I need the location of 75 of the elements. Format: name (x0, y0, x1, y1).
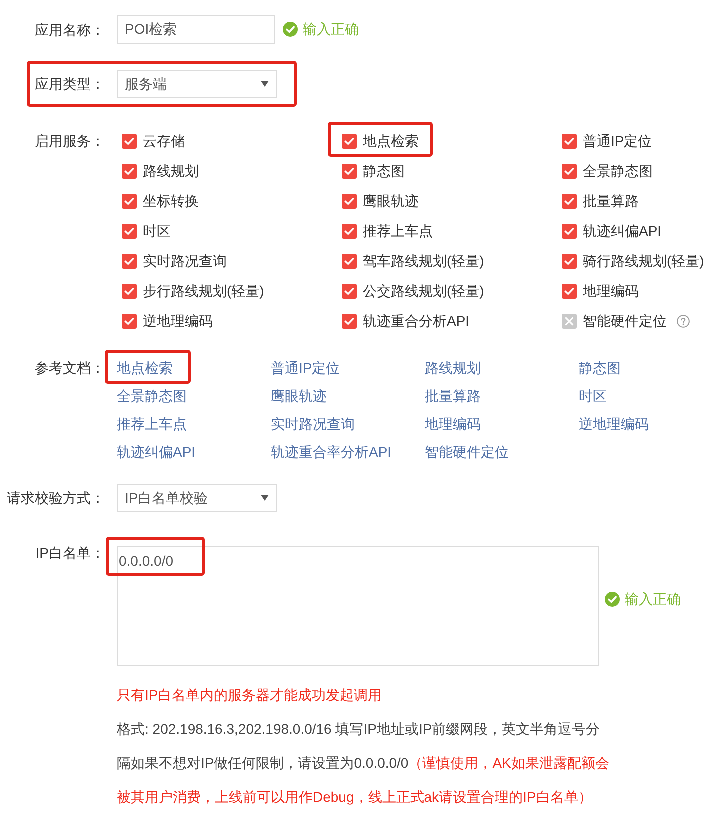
checked-checkbox[interactable] (122, 134, 137, 148)
service-label[interactable]: 步行路线规划(轻量) (143, 280, 264, 302)
doc-link[interactable]: 逆地理编码 (579, 414, 649, 434)
app-name-input[interactable]: POI检索 (117, 15, 275, 44)
checked-checkbox[interactable] (562, 254, 577, 268)
validation-message: 输入正确 (625, 590, 681, 608)
service-label[interactable]: 全景静态图 (583, 160, 653, 182)
app-type-select[interactable]: 服务端 (117, 70, 277, 98)
service-label[interactable]: 云存储 (143, 130, 185, 152)
checked-checkbox[interactable] (562, 194, 577, 208)
field-label: 参考文档： (35, 359, 105, 378)
verify-method-select[interactable]: IP白名单校验 (117, 484, 277, 512)
field-label: 请求校验方式： (7, 489, 105, 508)
checked-checkbox[interactable] (122, 224, 137, 238)
doc-link[interactable]: 智能硬件定位 (425, 442, 509, 462)
service-label[interactable]: 智能硬件定位 (583, 310, 667, 332)
field-label: 应用名称： (35, 20, 105, 40)
checked-checkbox[interactable] (562, 134, 577, 148)
ip-whitelist-textarea[interactable]: 0.0.0.0/0 (117, 546, 599, 666)
doc-link[interactable]: 轨迹重合率分析API (271, 442, 392, 462)
caret-icon (261, 495, 269, 501)
checked-checkbox[interactable] (342, 194, 357, 208)
service-label[interactable]: 实时路况查询 (143, 250, 227, 272)
service-label[interactable]: 普通IP定位 (583, 130, 652, 152)
doc-link[interactable]: 地点检索 (117, 358, 173, 378)
service-label[interactable]: 轨迹重合分析API (363, 310, 470, 332)
service-label[interactable]: 鹰眼轨迹 (363, 190, 419, 212)
caret-icon (261, 81, 269, 87)
checked-checkbox[interactable] (342, 134, 357, 148)
checked-checkbox[interactable] (122, 254, 137, 268)
service-label[interactable]: 轨迹纠偏API (583, 220, 662, 242)
checked-checkbox[interactable] (562, 164, 577, 178)
service-label[interactable]: 地点检索 (363, 130, 419, 152)
checked-checkbox[interactable] (562, 224, 577, 238)
whitelist-warning: 只有IP白名单内的服务器才能成功发起调用 (117, 686, 382, 705)
checked-checkbox[interactable] (122, 314, 137, 328)
service-label[interactable]: 批量算路 (583, 190, 639, 212)
service-label[interactable]: 坐标转换 (143, 190, 199, 212)
doc-link[interactable]: 地理编码 (425, 414, 481, 434)
service-label[interactable]: 公交路线规划(轻量) (363, 280, 484, 302)
checked-checkbox[interactable] (342, 314, 357, 328)
service-label[interactable]: 骑行路线规划(轻量) (583, 250, 704, 272)
checked-checkbox[interactable] (122, 194, 137, 208)
checked-checkbox[interactable] (122, 164, 137, 178)
service-label[interactable]: 时区 (143, 220, 171, 242)
service-label[interactable]: 推荐上车点 (363, 220, 433, 242)
help-icon[interactable] (677, 314, 690, 328)
validation-message: 输入正确 (303, 20, 359, 39)
service-label[interactable]: 地理编码 (583, 280, 639, 302)
doc-link[interactable]: 静态图 (579, 358, 621, 378)
service-label[interactable]: 静态图 (363, 160, 405, 182)
checked-checkbox[interactable] (342, 224, 357, 238)
doc-link[interactable]: 推荐上车点 (117, 414, 187, 434)
checked-checkbox[interactable] (342, 164, 357, 178)
checked-checkbox[interactable] (342, 284, 357, 298)
format-note: 格式: 202.198.16.3,202.198.0.0/16 填写IP地址或IP前缀网段，英文半角逗号分隔如果不想对IP做任何限制，请设置为0.0.0.0/0（谨慎使用，AK如果泄露配额会被其用户消费，上线前可以用作Debug，线上正式ak请设置合理的IP白名单） (117, 720, 610, 807)
doc-link[interactable]: 路线规划 (425, 358, 481, 378)
doc-link[interactable]: 轨迹纠偏API (117, 442, 196, 462)
field-label: 启用服务： (35, 132, 105, 151)
field-label: IP白名单： (36, 544, 105, 563)
doc-link[interactable]: 时区 (579, 386, 607, 406)
checked-checkbox[interactable] (562, 284, 577, 298)
checked-checkbox[interactable] (342, 254, 357, 268)
field-label: 应用类型： (35, 75, 105, 94)
doc-link[interactable]: 全景静态图 (117, 386, 187, 406)
doc-link[interactable]: 普通IP定位 (271, 358, 340, 378)
doc-link[interactable]: 实时路况查询 (271, 414, 355, 434)
service-label[interactable]: 路线规划 (143, 160, 199, 182)
service-label[interactable]: 逆地理编码 (143, 310, 213, 332)
check-circle-icon (605, 592, 620, 606)
service-label[interactable]: 驾车路线规划(轻量) (363, 250, 484, 272)
doc-link[interactable]: 批量算路 (425, 386, 481, 406)
checked-checkbox[interactable] (122, 284, 137, 298)
check-circle-icon (283, 22, 298, 37)
doc-link[interactable]: 鹰眼轨迹 (271, 386, 327, 406)
